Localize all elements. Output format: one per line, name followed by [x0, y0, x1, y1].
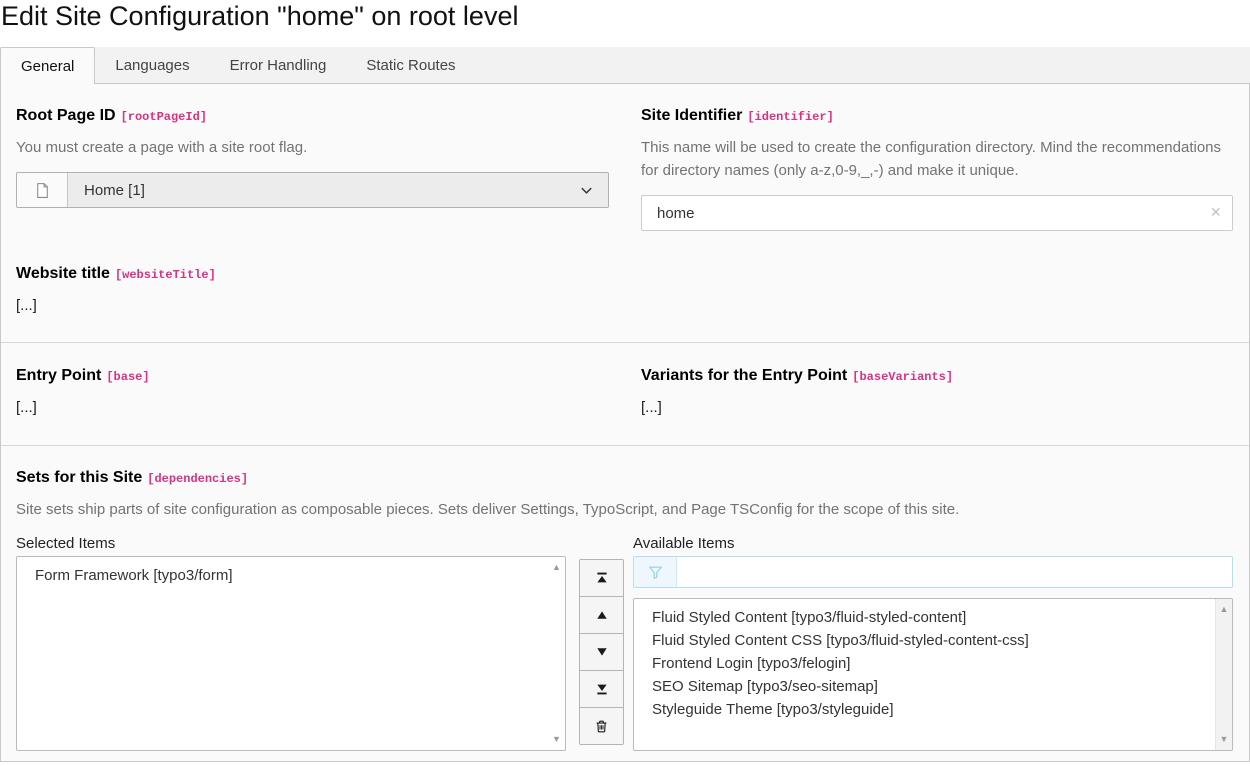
field-label: Root Page ID [rootPageId]	[16, 106, 609, 127]
move-to-top-icon	[595, 571, 609, 585]
list-item[interactable]: Fluid Styled Content CSS [typo3/fluid-st…	[652, 629, 1206, 652]
selected-list-scrollbar: ▲ ▼	[548, 557, 565, 750]
available-items-column: Available Items Fluid Styled Content [ty…	[633, 534, 1233, 751]
available-items-filter	[633, 556, 1233, 588]
field-code-label: [rootPageId]	[121, 110, 207, 124]
available-items-list[interactable]: Fluid Styled Content [typo3/fluid-styled…	[633, 598, 1233, 751]
move-to-bottom-button[interactable]	[579, 670, 624, 708]
move-up-button[interactable]	[579, 596, 624, 634]
field-label-text: Website title	[16, 265, 110, 282]
filter-input[interactable]	[677, 557, 1232, 587]
selected-items-list[interactable]: Form Framework [typo3/form] ▲ ▼	[16, 556, 566, 751]
tab-static-routes[interactable]: Static Routes	[346, 47, 475, 83]
selected-items-column: Selected Items Form Framework [typo3/for…	[16, 534, 566, 751]
scroll-up-icon[interactable]: ▲	[552, 563, 561, 572]
collapsed-value: [...]	[16, 297, 1232, 315]
field-site-sets: Sets for this Site [dependencies] Site se…	[1, 446, 1249, 751]
field-code-label: [baseVariants]	[852, 370, 953, 384]
field-site-identifier: Site Identifier [identifier] This name wi…	[641, 106, 1233, 231]
available-list-scrollbar: ▲ ▼	[1215, 599, 1232, 750]
field-label: Site Identifier [identifier]	[641, 106, 1233, 127]
collapsed-value: [...]	[641, 399, 1233, 417]
page-icon	[17, 173, 68, 207]
tab-error-handling[interactable]: Error Handling	[210, 47, 347, 83]
move-down-button[interactable]	[579, 633, 624, 671]
move-down-icon	[595, 645, 609, 659]
site-identifier-input-wrap: ×	[641, 195, 1233, 231]
move-to-bottom-icon	[595, 682, 609, 696]
field-entry-point: Entry Point [base] [...]	[16, 366, 609, 417]
multiselect-controls	[579, 559, 624, 745]
clear-icon[interactable]: ×	[1210, 203, 1221, 221]
field-label: Website title [websiteTitle]	[16, 264, 1232, 285]
move-to-top-button[interactable]	[579, 559, 624, 597]
field-label-text: Variants for the Entry Point	[641, 367, 847, 384]
form-row-root-identifier: Root Page ID [rootPageId] You must create…	[1, 84, 1249, 264]
tab-content-general: Root Page ID [rootPageId] You must create…	[0, 84, 1250, 762]
move-up-icon	[595, 608, 609, 622]
scroll-up-icon[interactable]: ▲	[1220, 605, 1229, 614]
field-label: Sets for this Site [dependencies]	[16, 468, 1232, 489]
list-item[interactable]: SEO Sitemap [typo3/seo-sitemap]	[652, 675, 1206, 698]
field-description: You must create a page with a site root …	[16, 136, 609, 159]
field-label: Entry Point [base]	[16, 366, 609, 387]
field-code-label: [base]	[106, 370, 149, 384]
chevron-down-icon	[579, 173, 608, 207]
form-row-entry-point: Entry Point [base] [...] Variants for the…	[1, 343, 1249, 445]
tab-bar: General Languages Error Handling Static …	[0, 47, 1250, 84]
site-config-module: Edit Site Configuration "home" on root l…	[0, 0, 1250, 762]
available-items-label: Available Items	[633, 534, 1233, 553]
site-identifier-input[interactable]	[641, 195, 1233, 231]
field-root-page-id: Root Page ID [rootPageId] You must create…	[16, 106, 609, 231]
trash-icon	[594, 719, 609, 734]
list-item[interactable]: Frontend Login [typo3/felogin]	[652, 652, 1206, 675]
scroll-down-icon[interactable]: ▼	[1220, 735, 1229, 744]
field-label-text: Sets for this Site	[16, 469, 142, 486]
field-website-title: Website title [websiteTitle] [...]	[1, 264, 1249, 342]
collapsed-value: [...]	[16, 399, 609, 417]
field-label-text: Root Page ID	[16, 107, 116, 124]
scroll-down-icon[interactable]: ▼	[552, 735, 561, 744]
list-item[interactable]: Styleguide Theme [typo3/styleguide]	[652, 698, 1206, 721]
list-item[interactable]: Form Framework [typo3/form]	[35, 564, 539, 587]
selected-items-label: Selected Items	[16, 534, 566, 553]
list-item[interactable]: Fluid Styled Content [typo3/fluid-styled…	[652, 606, 1206, 629]
field-code-label: [websiteTitle]	[115, 268, 216, 282]
field-label: Variants for the Entry Point [baseVariant…	[641, 366, 1233, 387]
field-code-label: [dependencies]	[147, 472, 248, 486]
root-page-select-value: Home [1]	[68, 173, 579, 207]
remove-item-button[interactable]	[579, 707, 624, 745]
field-label-text: Entry Point	[16, 367, 101, 384]
page-title: Edit Site Configuration "home" on root l…	[0, 0, 1250, 47]
tab-languages[interactable]: Languages	[95, 47, 209, 83]
field-code-label: [identifier]	[747, 110, 833, 124]
field-entry-point-variants: Variants for the Entry Point [baseVariant…	[641, 366, 1233, 417]
field-description: Site sets ship parts of site configurati…	[16, 498, 1232, 521]
tab-general[interactable]: General	[0, 47, 95, 84]
root-page-select[interactable]: Home [1]	[16, 172, 609, 208]
field-label-text: Site Identifier	[641, 107, 742, 124]
multiselect-widget: Selected Items Form Framework [typo3/for…	[16, 534, 1232, 751]
filter-icon	[634, 557, 677, 587]
field-description: This name will be used to create the con…	[641, 136, 1233, 182]
